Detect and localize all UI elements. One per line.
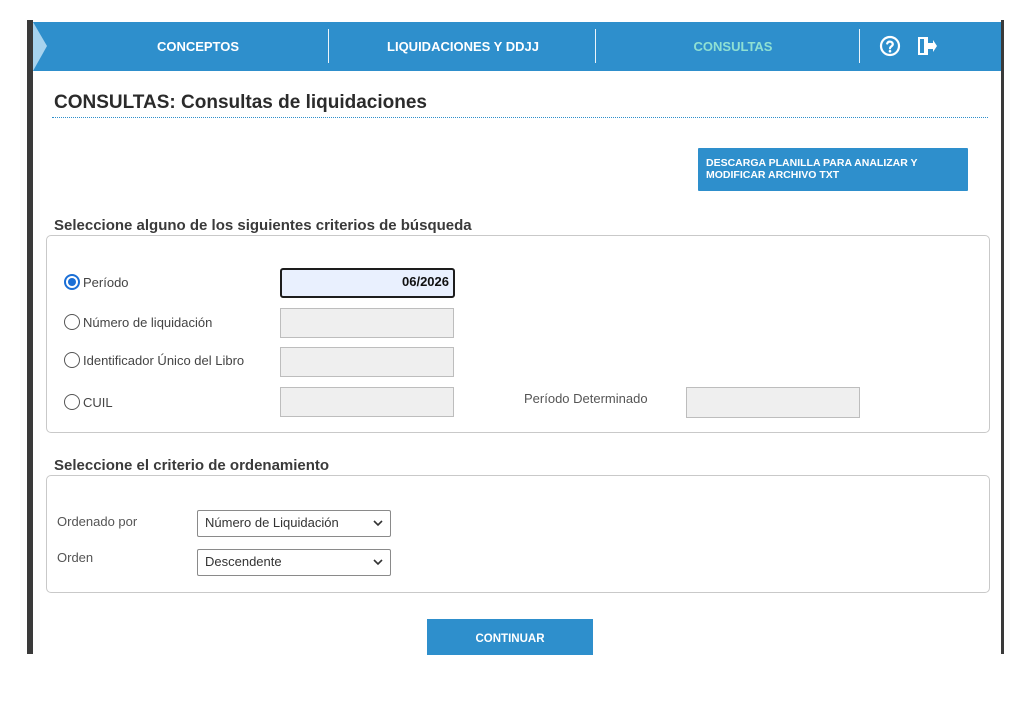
radio-unchecked-icon[interactable]: [64, 314, 80, 330]
cuil-input[interactable]: [280, 387, 454, 417]
radio-cuil-label: CUIL: [83, 394, 113, 410]
nav-arrow-icon: [33, 22, 47, 71]
sort-criteria-panel: [46, 475, 990, 593]
orden-select[interactable]: Descendente: [197, 549, 391, 576]
ordenado-por-value: Número de Liquidación: [205, 515, 339, 530]
numero-liquidacion-input[interactable]: [280, 308, 454, 338]
radio-checked-icon[interactable]: [64, 274, 80, 290]
identificador-libro-input[interactable]: [280, 347, 454, 377]
chevron-down-icon: [372, 511, 384, 543]
logout-icon[interactable]: [914, 34, 938, 58]
nav-item-conceptos[interactable]: CONCEPTOS: [73, 22, 323, 71]
radio-unchecked-icon[interactable]: [64, 352, 80, 368]
continuar-button[interactable]: CONTINUAR: [427, 619, 593, 655]
orden-value: Descendente: [205, 554, 282, 569]
nav-divider: [595, 29, 596, 63]
title-divider: [52, 117, 988, 118]
radio-periodo-label: Período: [83, 274, 129, 290]
nav-item-liquidaciones[interactable]: LIQUIDACIONES Y DDJJ: [333, 22, 593, 71]
periodo-input[interactable]: 06/2026: [280, 268, 455, 298]
orden-label: Orden: [57, 550, 94, 565]
radio-cuil[interactable]: CUIL: [64, 394, 113, 410]
radio-numero-liquidacion[interactable]: Número de liquidación: [64, 314, 212, 330]
radio-unchecked-icon[interactable]: [64, 394, 80, 410]
nav-item-consultas[interactable]: CONSULTAS: [603, 22, 863, 71]
page-title: CONSULTAS: Consultas de liquidaciones: [54, 92, 427, 113]
right-border: [1001, 20, 1004, 654]
nav-divider: [328, 29, 329, 63]
radio-periodo[interactable]: Período: [64, 274, 129, 290]
radio-identificador-libro-label: Identificador Único del Libro: [83, 352, 245, 368]
download-template-button[interactable]: DESCARGA PLANILLA PARA ANALIZAR Y MODIFI…: [698, 148, 968, 191]
help-circle-icon[interactable]: [878, 34, 902, 58]
top-nav: CONCEPTOS LIQUIDACIONES Y DDJJ CONSULTAS: [33, 22, 1001, 71]
sort-criteria-legend: Seleccione el criterio de ordenamiento: [54, 457, 336, 474]
radio-numero-liquidacion-label: Número de liquidación: [83, 314, 213, 330]
nav-divider: [859, 29, 860, 63]
ordenado-por-label: Ordenado por: [57, 514, 138, 529]
periodo-determinado-input[interactable]: [686, 387, 860, 418]
left-border: [27, 20, 33, 654]
search-criteria-legend: Seleccione alguno de los siguientes crit…: [54, 217, 478, 234]
chevron-down-icon: [372, 550, 384, 582]
ordenado-por-select[interactable]: Número de Liquidación: [197, 510, 391, 537]
radio-identificador-libro[interactable]: Identificador Único del Libro: [64, 352, 244, 368]
periodo-determinado-label: Período Determinado: [524, 391, 648, 406]
